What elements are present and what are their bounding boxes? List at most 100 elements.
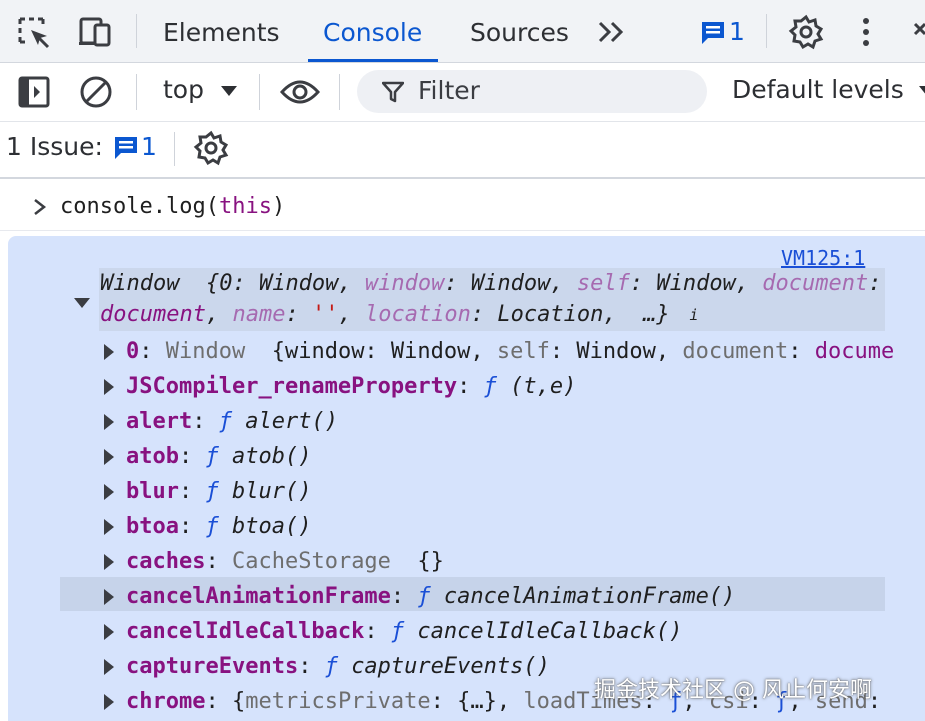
property-key: cancelAnimationFrame xyxy=(126,584,391,609)
info-badge-icon[interactable]: i xyxy=(682,304,705,326)
separator xyxy=(339,74,340,110)
function-glyph: ƒ xyxy=(205,444,232,469)
summary-segment: self xyxy=(576,271,630,296)
issues-label[interactable]: 1 Issue: xyxy=(6,132,103,161)
summary-segment: : Window, xyxy=(444,271,577,296)
property-row[interactable]: btoa: ƒ btoa() xyxy=(126,512,311,542)
property-row[interactable]: alert: ƒ alert() xyxy=(126,407,338,437)
object-summary-line-1[interactable]: Window {0: Window, window: Window, self:… xyxy=(100,269,882,299)
expand-triangle-right-icon[interactable] xyxy=(103,413,115,435)
property-row[interactable]: JSCompiler_renameProperty: ƒ (t,e) xyxy=(126,372,576,402)
filter-funnel-icon xyxy=(381,81,405,107)
live-expression-eye-icon[interactable] xyxy=(279,77,321,111)
function-signature: btoa() xyxy=(231,514,312,539)
summary-segment: : Location, xyxy=(470,302,644,327)
property-key: cancelIdleCallback xyxy=(126,619,365,644)
function-glyph: ƒ xyxy=(417,584,444,609)
function-signature: (t,e) xyxy=(510,374,577,399)
function-glyph: ƒ xyxy=(390,619,418,644)
issues-message-icon[interactable] xyxy=(113,135,139,165)
summary-segment: : Window, xyxy=(629,271,763,296)
issues-bar: 1 Issue: 1 xyxy=(0,122,925,179)
expand-triangle-down-icon[interactable] xyxy=(73,294,91,313)
expand-triangle-right-icon[interactable] xyxy=(103,483,115,505)
source-location-link[interactable]: VM125:1 xyxy=(781,246,865,270)
summary-segment: location xyxy=(364,302,471,327)
expand-triangle-right-icon[interactable] xyxy=(103,343,115,365)
separator xyxy=(766,14,767,48)
separator xyxy=(136,14,137,48)
expand-triangle-right-icon[interactable] xyxy=(103,693,115,715)
inspect-element-icon[interactable] xyxy=(17,16,51,54)
property-separator: : xyxy=(178,479,206,504)
filter-placeholder: Filter xyxy=(418,76,480,105)
issues-count-badge[interactable]: 1 xyxy=(729,17,745,46)
property-value-segment: : xyxy=(788,339,815,364)
object-summary-line-2[interactable]: document, name: '', location: Location, … xyxy=(100,300,705,330)
tab-sources[interactable]: Sources xyxy=(470,0,569,62)
expand-triangle-right-icon[interactable] xyxy=(103,518,115,540)
function-signature: cancelIdleCallback() xyxy=(417,619,683,644)
property-value-segment: self xyxy=(496,339,550,364)
clear-console-icon[interactable] xyxy=(79,75,113,113)
context-selector[interactable]: top xyxy=(163,75,238,104)
more-tabs-icon[interactable] xyxy=(597,20,627,48)
command-prefix: console.log( xyxy=(60,194,219,219)
property-value-segment: docume xyxy=(814,339,895,364)
property-value-segment: : {…}, xyxy=(430,689,524,714)
function-glyph: ƒ xyxy=(205,514,232,539)
expand-triangle-right-icon[interactable] xyxy=(103,623,115,645)
function-glyph: ƒ xyxy=(483,374,511,399)
command-keyword: this xyxy=(218,194,272,219)
devtools-tab-bar: Elements Console Sources 1 xyxy=(0,0,925,63)
property-row[interactable]: cancelAnimationFrame: ƒ cancelAnimationF… xyxy=(126,582,735,612)
summary-segment: document xyxy=(762,271,869,296)
kebab-menu-icon[interactable] xyxy=(860,16,872,52)
filter-input[interactable]: Filter xyxy=(357,70,707,113)
function-glyph: ƒ xyxy=(324,654,352,679)
expand-triangle-right-icon[interactable] xyxy=(103,378,115,400)
property-value-segment: Window xyxy=(165,339,272,364)
property-key: captureEvents xyxy=(126,654,299,679)
expand-triangle-right-icon[interactable] xyxy=(103,658,115,680)
device-toolbar-icon[interactable] xyxy=(78,16,114,52)
expand-triangle-right-icon[interactable] xyxy=(103,588,115,610)
function-signature: captureEvents() xyxy=(351,654,550,679)
expand-triangle-right-icon[interactable] xyxy=(103,553,115,575)
expand-triangle-right-icon[interactable] xyxy=(103,448,115,470)
property-value-segment: document xyxy=(682,339,789,364)
log-levels-dropdown[interactable]: Default levels xyxy=(732,75,925,104)
separator xyxy=(174,132,175,166)
summary-segment: : xyxy=(285,302,312,327)
summary-segment: {0: Window, xyxy=(205,271,365,296)
property-separator: : xyxy=(364,619,391,644)
close-devtools-icon[interactable] xyxy=(913,20,925,48)
function-signature: atob() xyxy=(231,444,312,469)
property-separator: : xyxy=(178,444,206,469)
issues-count[interactable]: 1 xyxy=(141,132,157,161)
summary-segment: '' xyxy=(311,302,339,327)
command-suffix: ) xyxy=(271,194,286,219)
summary-segment: : xyxy=(868,271,882,296)
property-separator: : xyxy=(205,549,232,574)
property-value-segment: { xyxy=(231,689,246,714)
tab-console[interactable]: Console xyxy=(323,0,422,62)
summary-segment: Window xyxy=(100,271,206,296)
function-glyph: ƒ xyxy=(218,409,246,434)
property-row[interactable]: cancelIdleCallback: ƒ cancelIdleCallback… xyxy=(126,617,682,647)
context-selector-label: top xyxy=(163,75,204,104)
settings-gear-icon[interactable] xyxy=(788,14,824,54)
property-row[interactable]: captureEvents: ƒ captureEvents() xyxy=(126,652,550,682)
summary-segment: …} xyxy=(643,302,670,327)
property-key: blur xyxy=(126,479,179,504)
tab-elements[interactable]: Elements xyxy=(163,0,280,62)
sidebar-toggle-icon[interactable] xyxy=(18,76,50,112)
issues-message-icon[interactable] xyxy=(700,20,726,50)
separator xyxy=(136,74,137,110)
property-row[interactable]: atob: ƒ atob() xyxy=(126,442,311,472)
property-row[interactable]: 0: Window {window: Window, self: Window,… xyxy=(126,337,894,367)
property-row[interactable]: caches: CacheStorage {} xyxy=(126,547,444,577)
console-settings-gear-icon[interactable] xyxy=(193,130,229,170)
property-separator: : xyxy=(205,689,232,714)
property-row[interactable]: blur: ƒ blur() xyxy=(126,477,311,507)
